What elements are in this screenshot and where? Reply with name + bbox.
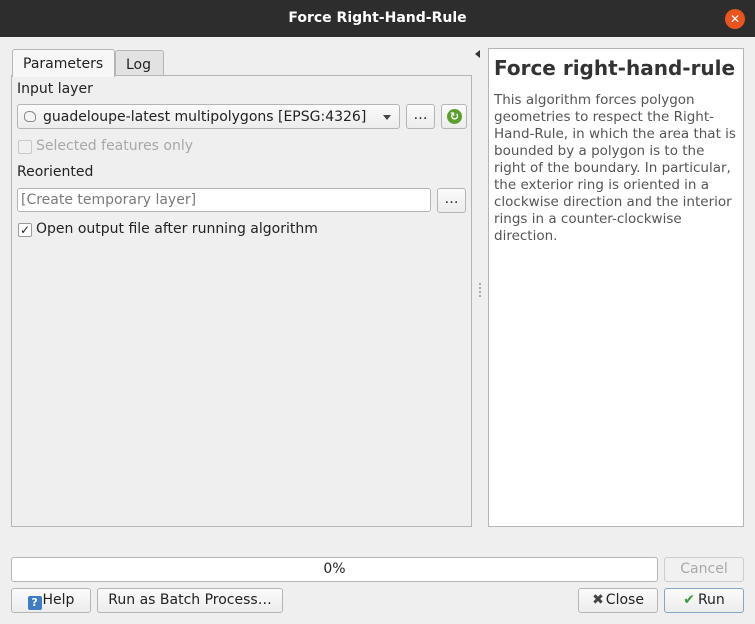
iterate-icon: ↻	[447, 109, 462, 124]
progress-bar: 0%	[11, 557, 658, 582]
selected-features-checkbox[interactable]	[18, 140, 32, 154]
reoriented-label: Reoriented	[17, 164, 94, 180]
help-panel: Force right-hand-rule This algorithm for…	[488, 48, 744, 527]
run-button-label: Run	[697, 592, 725, 608]
help-icon: ?	[27, 596, 42, 610]
batch-process-button[interactable]: Run as Batch Process…	[97, 588, 283, 613]
tab-parameters[interactable]: Parameters	[12, 49, 115, 77]
input-layer-browse-button[interactable]: …	[406, 104, 435, 129]
input-layer-combo[interactable]: guadeloupe-latest multipolygons [EPSG:43…	[17, 104, 400, 129]
selected-features-label: Selected features only	[36, 138, 194, 154]
run-button[interactable]: ✔ Run	[664, 588, 744, 613]
help-button-label: Help	[42, 592, 75, 608]
help-button[interactable]: ? Help	[11, 588, 91, 613]
chevron-down-icon	[383, 115, 391, 120]
close-button[interactable]: ✖ Close	[578, 588, 658, 613]
output-browse-button[interactable]: …	[437, 188, 466, 213]
open-output-checkbox[interactable]: ✓	[18, 223, 32, 237]
help-text: This algorithm forces polygon geometries…	[494, 92, 736, 244]
close-button-label: Close	[605, 592, 644, 608]
reoriented-output-input[interactable]: [Create temporary layer]	[17, 188, 431, 212]
tab-log[interactable]: Log	[115, 50, 164, 76]
help-title: Force right-hand-rule	[494, 56, 736, 80]
iterate-button[interactable]: ↻	[441, 104, 467, 129]
window-title: Force Right-Hand-Rule	[288, 10, 467, 26]
splitter-handle[interactable]	[479, 283, 481, 297]
polygon-layer-icon	[24, 111, 36, 122]
open-output-label: Open output file after running algorithm	[36, 221, 318, 237]
close-icon[interactable]: ✕	[725, 9, 745, 29]
input-layer-value: guadeloupe-latest multipolygons [EPSG:43…	[43, 109, 367, 125]
close-x-icon: ✖	[592, 592, 604, 608]
cancel-button[interactable]: Cancel	[664, 557, 744, 582]
checkmark-icon: ✔	[683, 592, 695, 608]
collapse-arrow-icon[interactable]	[475, 50, 480, 58]
title-bar: Force Right-Hand-Rule ✕	[0, 0, 755, 37]
input-layer-label: Input layer	[17, 81, 93, 97]
